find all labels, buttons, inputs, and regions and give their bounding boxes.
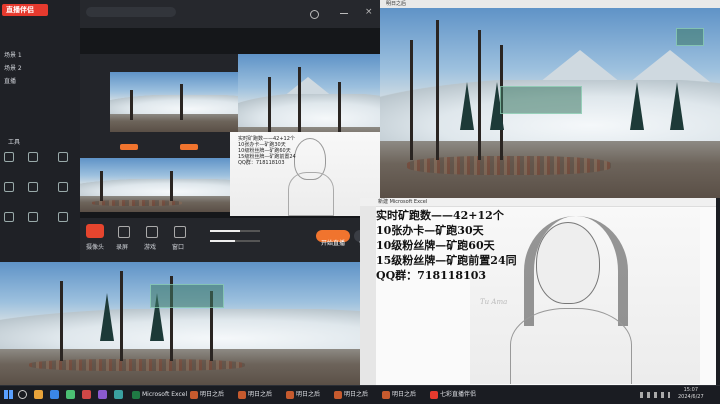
tool-icon-4[interactable] [4,182,14,192]
taskbar-search-icon[interactable] [18,390,27,399]
window-button[interactable] [174,226,186,238]
start-live-button[interactable]: 开始直播 [316,230,350,247]
tray-icons[interactable] [640,392,670,398]
game-window-bottom [0,262,360,386]
overlay-text-block: 实时矿跑数——42+12个 10张办卡—矿跑30天 10级粉丝牌—矿跑60天 1… [376,208,517,283]
game-window-titlebar: 明日之后 [380,0,720,8]
tool-icon-3[interactable] [58,152,68,162]
game-minimap [676,28,704,46]
clock-date: 2024/6/27 [678,394,704,400]
camera-button[interactable] [86,224,104,238]
app-bottom-bar: 摄像头 录屏 游戏 窗口 开始直播 停止 [80,218,380,262]
taskbar-icon-2[interactable] [50,390,59,399]
start-live-label: 开始直播 [320,240,345,247]
taskbar-item-game-5[interactable]: 明日之后 [382,389,436,401]
game-hud-panel [500,86,582,114]
overlay-line-4: 15级粉丝牌—矿跑前置24同 [376,254,517,267]
taskbar-item-excel[interactable]: Microsoft Excel [132,389,194,401]
nested-app-window [80,54,238,158]
game-button[interactable] [146,226,158,238]
taskbar-icon-5[interactable] [98,390,107,399]
game-label: 游戏 [144,244,157,251]
taskbar-icon-4[interactable] [82,390,91,399]
preview-lower-scene [80,158,230,212]
taskbar-icon-6[interactable] [114,390,123,399]
game-hud-panel-2 [150,284,224,308]
volume-slider-2[interactable] [210,240,260,242]
record-button[interactable] [118,226,130,238]
window-label: 窗口 [172,244,185,251]
tool-label: 工具 [8,139,21,146]
overlay-line-5: QQ群：718118103 [376,269,487,282]
tool-icon-2[interactable] [28,152,38,162]
taskbar-item-game-2[interactable]: 明日之后 [238,389,292,401]
preview-overlay-text: 实时矿跑数——42+12个 10张办卡—矿跑30天 10级粉丝牌—矿跑60天 1… [238,136,296,166]
search-input[interactable] [86,7,176,17]
overlay-line-3: 10级粉丝牌—矿跑60天 [376,239,495,252]
tool-icon-7[interactable] [4,212,14,222]
excel-window: 新建 Microsoft Excel Tu Ama 实时矿跑数——42+12个 … [360,198,716,386]
menu-live[interactable]: 直播 [4,68,16,87]
close-icon[interactable]: × [365,8,373,17]
game-title: 明日之后 [386,1,407,7]
taskbar-icon-3[interactable] [66,390,75,399]
excel-title: 新建 Microsoft Excel [378,199,428,205]
overlay-line-2: 10张办卡—矿跑30天 [376,224,484,237]
tool-icon-8[interactable] [28,212,38,222]
clock-time: 15:07 [683,387,699,393]
windows-taskbar: Microsoft Excel 明日之后 明日之后 明日之后 明日之后 明日之后… [0,385,720,404]
excel-row-header [360,206,376,386]
gear-icon[interactable] [310,10,319,19]
minimize-icon[interactable] [340,13,348,14]
app-logo-text: 直播伴侣 [6,6,34,14]
taskbar-icon-1[interactable] [34,390,43,399]
game-window-top: 明日之后 [380,0,720,198]
tool-icon-1[interactable] [4,152,14,162]
excel-titlebar: 新建 Microsoft Excel [360,198,716,207]
taskbar-item-game-3[interactable]: 明日之后 [286,389,340,401]
streaming-app-window: 直播伴侣 场景 1 场景 2 直播 工具 [0,0,80,262]
taskbar-item-stream-app[interactable]: 七彩直播伴侣 [430,389,490,401]
tool-icon-6[interactable] [58,182,68,192]
record-label: 录屏 [116,244,129,251]
tool-icon-5[interactable] [28,182,38,192]
volume-slider[interactable] [210,230,260,232]
start-button[interactable] [4,390,13,399]
overlay-line-1: 实时矿跑数——42+12个 [376,209,504,222]
camera-label: 摄像头 [86,244,105,251]
taskbar-item-game-4[interactable]: 明日之后 [334,389,388,401]
app-preview-area: 实时矿跑数——42+12个 10张办卡—矿跑30天 10级粉丝牌—矿跑60天 1… [80,28,380,218]
app-top-bar: × [80,0,380,28]
taskbar-item-game-1[interactable]: 明日之后 [190,389,244,401]
tool-icon-9[interactable] [58,212,68,222]
taskbar-clock[interactable]: 15:07 2024/6/27 [678,387,704,401]
